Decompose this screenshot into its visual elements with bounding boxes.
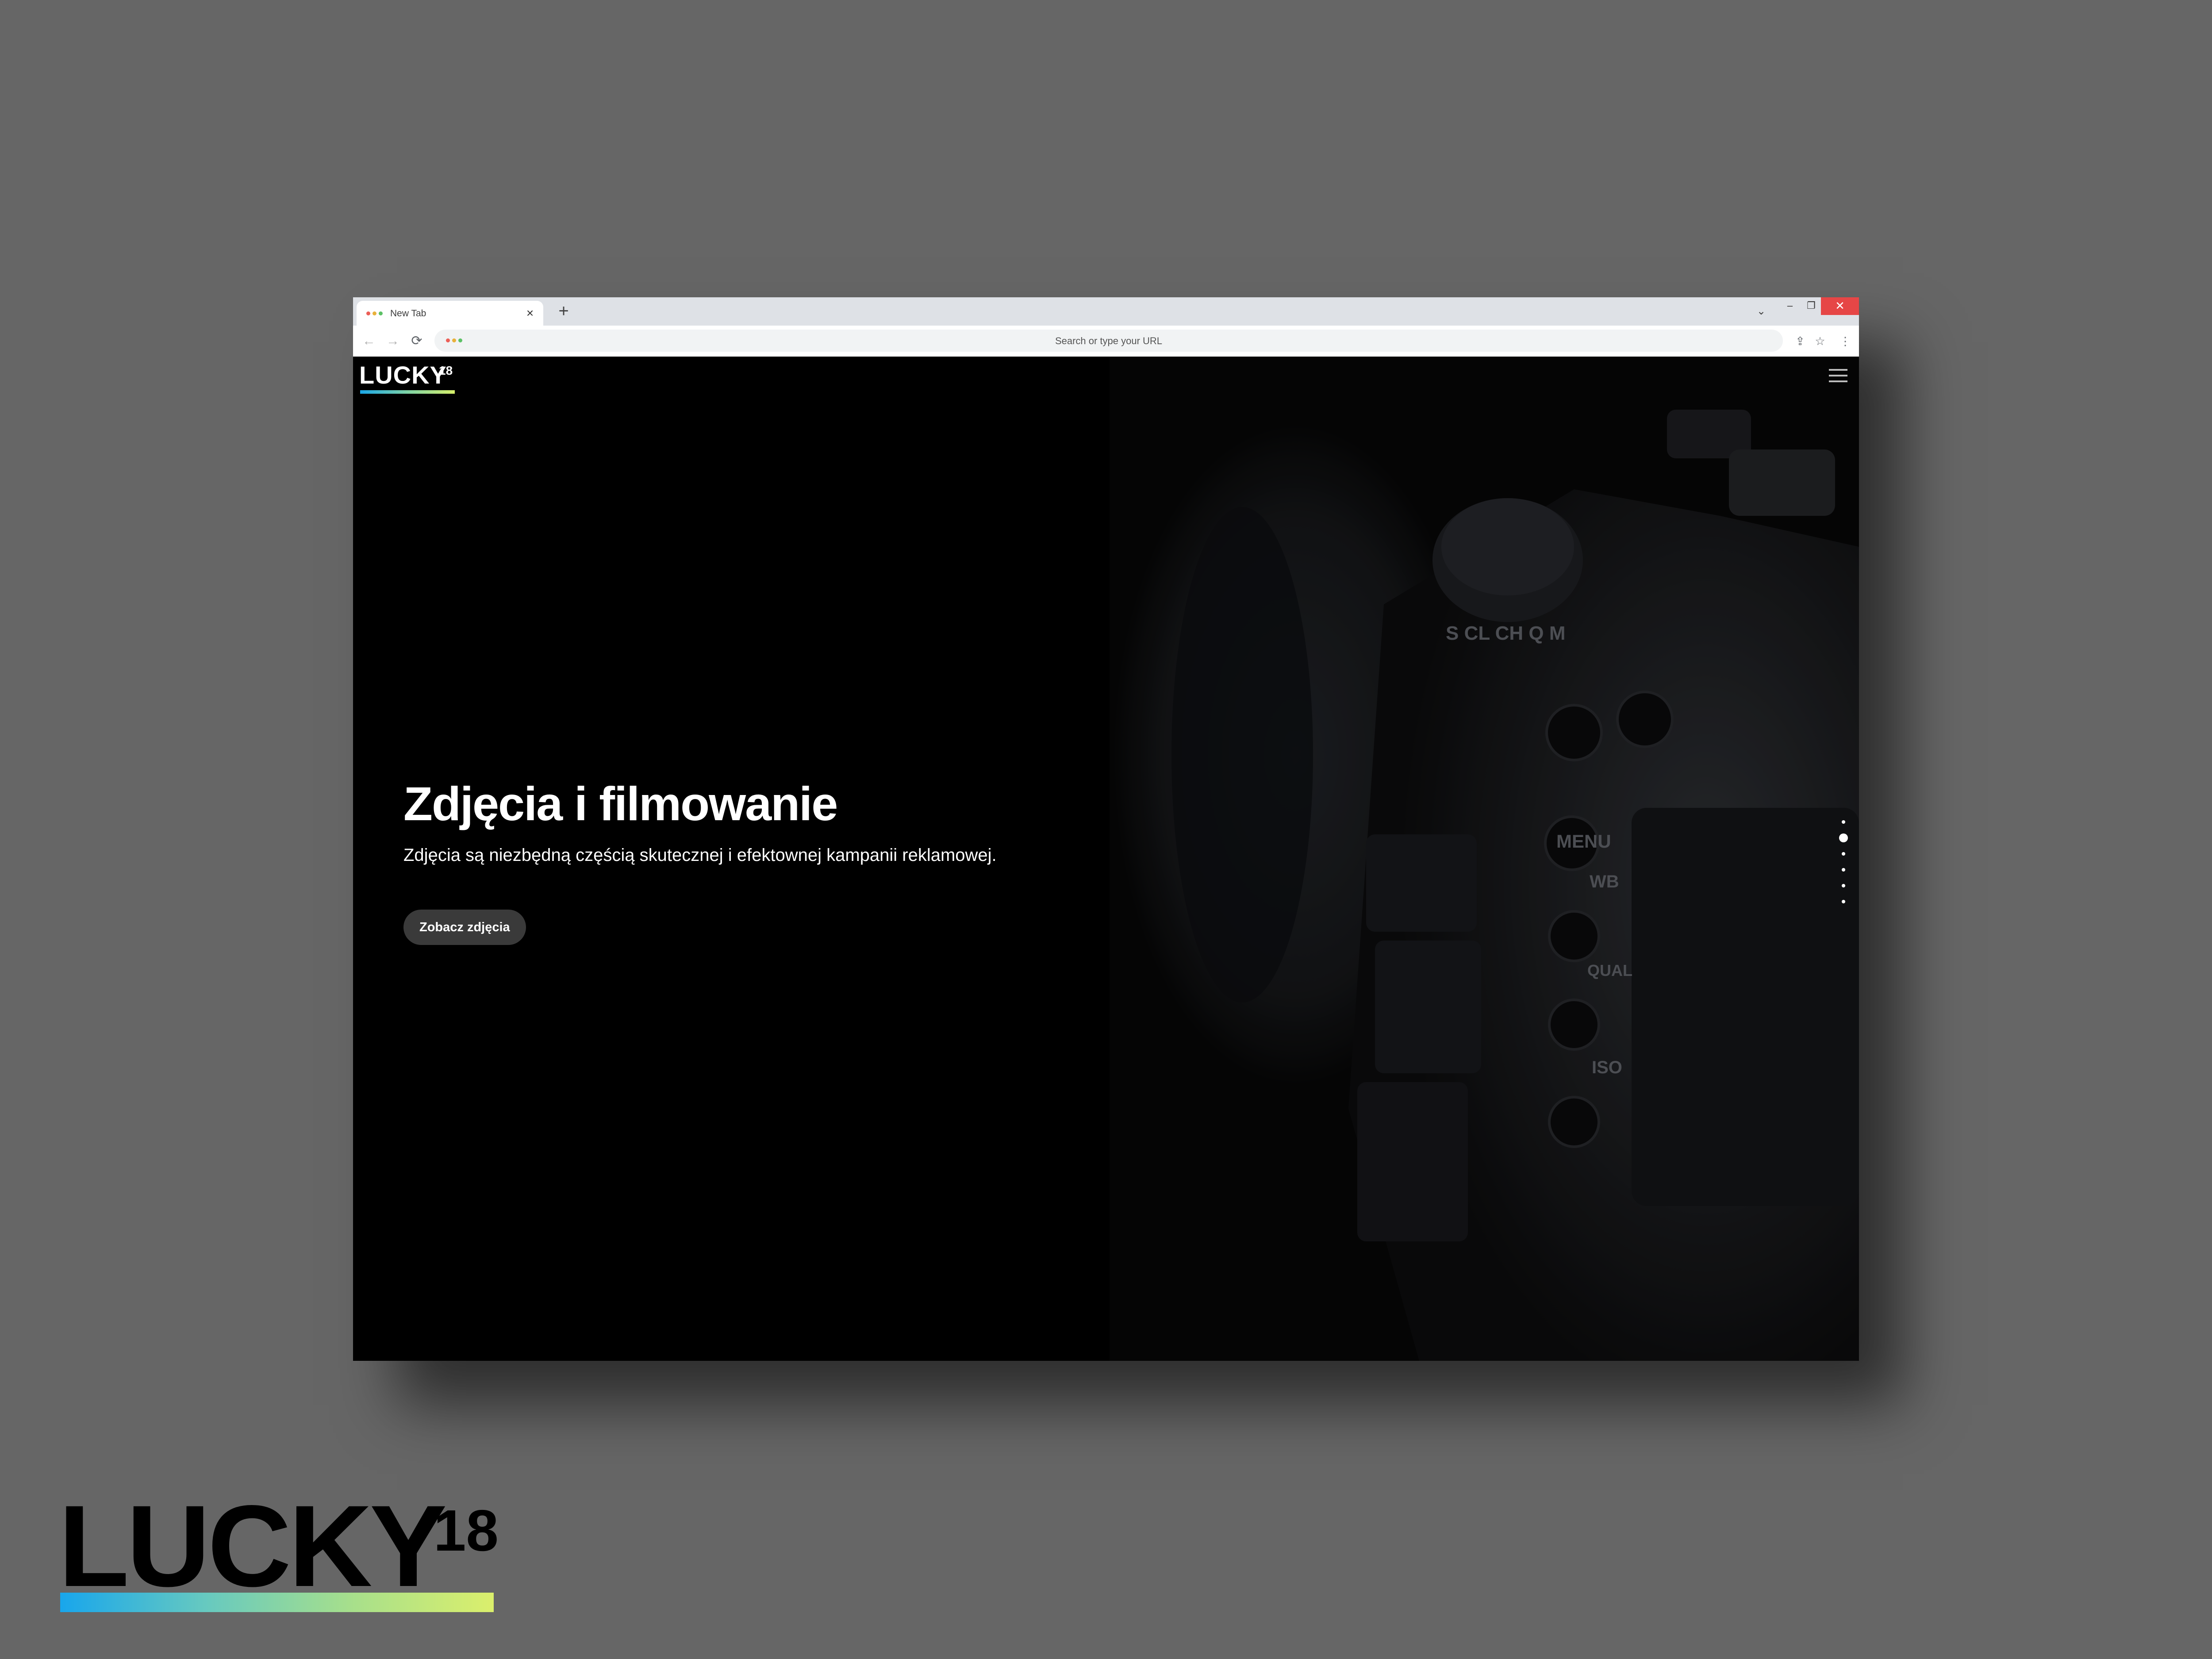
site-logo-text: LUCKY	[359, 361, 447, 389]
tab-close-icon[interactable]: ×	[521, 304, 539, 322]
tab-favicon-icon	[366, 311, 383, 315]
camera-hero-image: MENU WB QUAL ISO S CL CH Q M	[1110, 357, 1859, 1361]
page-viewport: MENU WB QUAL ISO S CL CH Q M LUCKY 18 Zd…	[353, 357, 1859, 1361]
tab-search-icon[interactable]: ⌄	[1752, 303, 1770, 320]
brand-logo-superscript: 18	[434, 1498, 499, 1563]
site-logo-superscript: 18	[439, 364, 453, 377]
share-icon[interactable]: ⇪	[1791, 332, 1809, 350]
slider-pagination	[1837, 820, 1850, 909]
site-logo-underline	[360, 390, 455, 394]
slider-dot-5[interactable]	[1842, 884, 1845, 887]
hamburger-menu-icon[interactable]	[1827, 367, 1849, 385]
back-arrow-icon[interactable]: ←	[359, 331, 379, 351]
slider-dot-4[interactable]	[1842, 868, 1845, 872]
restore-button[interactable]: ❐	[1801, 297, 1822, 315]
tab-title: New Tab	[390, 308, 426, 319]
reload-icon[interactable]: ⟳	[407, 331, 426, 351]
brand-logo-gradient-bar	[60, 1593, 494, 1612]
slider-dot-3[interactable]	[1842, 852, 1845, 856]
brand-logo: LUCKY 18	[58, 1488, 501, 1615]
forward-arrow-icon[interactable]: →	[383, 331, 403, 351]
hero-title: Zdjęcia i filmowanie	[403, 777, 838, 830]
browser-window: New Tab × + ⌄ – ❐ ✕ ← → ⟳ Search or type…	[353, 297, 1859, 1361]
browser-toolbar: ← → ⟳ Search or type your URL ⇪ ☆ ⋮	[353, 326, 1859, 357]
address-bar[interactable]: Search or type your URL	[434, 330, 1783, 352]
brand-logo-text: LUCKY	[58, 1481, 447, 1611]
close-window-button[interactable]: ✕	[1821, 297, 1859, 315]
tab-new-tab[interactable]: New Tab ×	[357, 301, 543, 326]
slider-dot-1[interactable]	[1842, 820, 1845, 824]
see-photos-button[interactable]: Zobacz zdjęcia	[403, 910, 526, 945]
star-icon[interactable]: ☆	[1811, 332, 1829, 350]
kebab-menu-icon[interactable]: ⋮	[1838, 332, 1853, 350]
slider-dot-6[interactable]	[1842, 900, 1845, 903]
tab-strip: New Tab × + ⌄ – ❐ ✕	[353, 297, 1859, 326]
address-bar-placeholder: Search or type your URL	[1055, 335, 1163, 346]
minimize-button[interactable]: –	[1779, 297, 1801, 315]
new-tab-button[interactable]: +	[553, 301, 574, 322]
hero-subtitle: Zdjęcia są niezbędną częścią skutecznej …	[403, 845, 997, 865]
slider-dot-2[interactable]	[1839, 833, 1848, 842]
site-logo[interactable]: LUCKY 18	[359, 363, 461, 396]
